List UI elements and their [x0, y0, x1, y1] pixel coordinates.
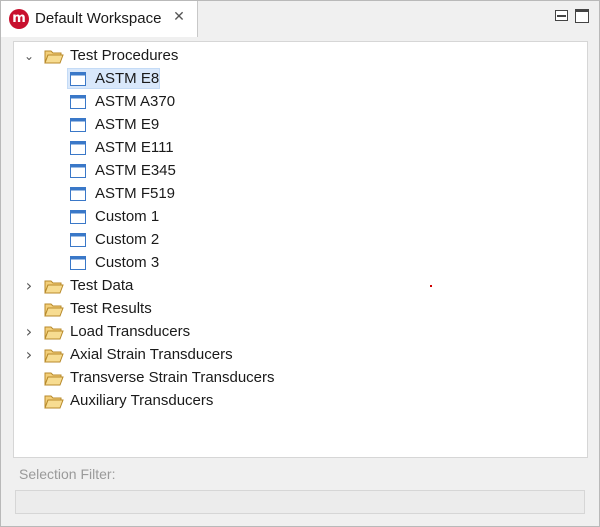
procedure-icon [70, 141, 86, 155]
folder-open-icon [44, 372, 64, 386]
maximize-icon[interactable] [575, 9, 589, 23]
tree-node-label: ASTM E9 [95, 116, 160, 133]
folder-open-icon [44, 280, 64, 294]
chevron-right-icon[interactable]: › [22, 321, 36, 343]
chevron-right-icon[interactable]: › [22, 344, 36, 366]
tree-node-procedure[interactable]: ASTM A370 [14, 91, 314, 113]
close-icon[interactable]: ✕ [171, 9, 187, 25]
tree-node-procedure[interactable]: ASTM E8 [14, 68, 314, 90]
procedure-icon [70, 118, 86, 132]
folder-open-icon [44, 50, 64, 64]
tree-node-label: Test Procedures [70, 47, 179, 64]
tree-node-label: Auxiliary Transducers [70, 392, 214, 409]
tree-node-test-results[interactable]: Test Results [14, 298, 314, 320]
tree-node-label: Custom 2 [95, 231, 160, 248]
tree-node-procedure[interactable]: ASTM E9 [14, 114, 314, 136]
workspace-view: m Default Workspace ✕ ⌄ Test Procedures … [0, 0, 600, 527]
tree-node-label: Load Transducers [70, 323, 191, 340]
tree-node-label: Axial Strain Transducers [70, 346, 233, 363]
procedure-icon [70, 187, 86, 201]
tree-node-auxiliary-transducers[interactable]: Auxiliary Transducers [14, 390, 314, 412]
tree-node-label: Custom 1 [95, 208, 160, 225]
tree-node-label: ASTM E345 [95, 162, 176, 179]
tree-node-label: ASTM E111 [95, 139, 174, 156]
tree-node-procedure[interactable]: ASTM E345 [14, 160, 314, 182]
folder-open-icon [44, 326, 64, 340]
folder-open-icon [44, 303, 64, 317]
tree-node-test-procedures[interactable]: ⌄ Test Procedures [14, 45, 314, 67]
tree-node-label: Transverse Strain Transducers [70, 369, 275, 386]
selection-filter-label: Selection Filter: [19, 466, 116, 482]
procedure-icon [70, 72, 86, 86]
tree-node-procedure[interactable]: ASTM F519 [14, 183, 314, 205]
selection-filter-input[interactable] [15, 490, 585, 514]
tree-node-load-transducers[interactable]: › Load Transducers [14, 321, 314, 343]
tree-node-procedure[interactable]: Custom 2 [14, 229, 314, 251]
app-logo-icon: m [9, 9, 29, 29]
tree-node-procedure[interactable]: ASTM E111 [14, 137, 314, 159]
folder-open-icon [44, 395, 64, 409]
tab-title: Default Workspace [35, 10, 162, 27]
tree-node-label: ASTM A370 [95, 93, 176, 110]
tree-node-label: Test Data [70, 277, 134, 294]
chevron-right-icon[interactable]: › [22, 275, 36, 297]
procedure-icon [70, 95, 86, 109]
minimize-icon[interactable] [555, 10, 568, 21]
procedure-icon [70, 164, 86, 178]
tree-node-label: Test Results [70, 300, 152, 317]
folder-open-icon [44, 349, 64, 363]
chevron-down-icon[interactable]: ⌄ [22, 45, 36, 67]
tree-node-procedure[interactable]: Custom 1 [14, 206, 314, 228]
tab-strip: m Default Workspace ✕ [1, 1, 599, 37]
tree-node-label: ASTM F519 [95, 185, 176, 202]
tree-node-label: Custom 3 [95, 254, 160, 271]
tree-node-transverse-strain-transducers[interactable]: Transverse Strain Transducers [14, 367, 314, 389]
tree-node-procedure[interactable]: Custom 3 [14, 252, 314, 274]
tree-node-test-data[interactable]: › Test Data [14, 275, 314, 297]
procedure-icon [70, 256, 86, 270]
tree-node-axial-strain-transducers[interactable]: › Axial Strain Transducers [14, 344, 314, 366]
procedure-icon [70, 210, 86, 224]
workspace-tree: ⌄ Test Procedures ASTM E8 ASTM A370 ASTM… [13, 41, 588, 458]
procedure-icon [70, 233, 86, 247]
tree-node-label: ASTM E8 [95, 70, 160, 87]
stray-pixel [430, 285, 432, 287]
tab-default-workspace[interactable]: m Default Workspace ✕ [1, 1, 198, 37]
